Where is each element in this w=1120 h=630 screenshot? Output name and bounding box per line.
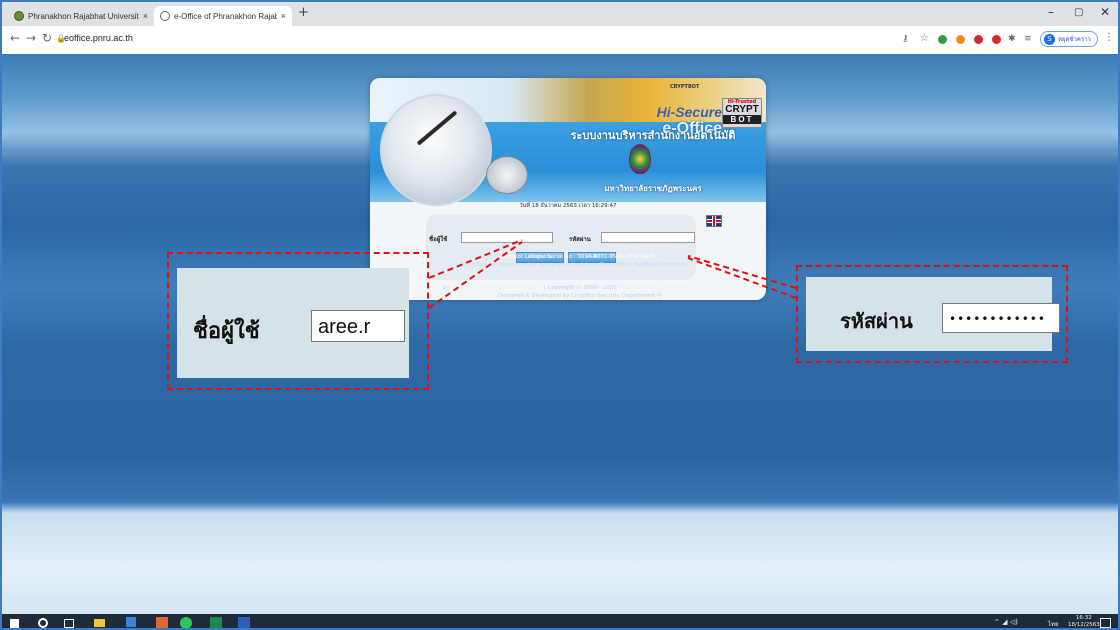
zoom-background: ชื่อผู้ใช้ aree.r: [177, 268, 409, 378]
extensions-puzzle-icon[interactable]: ✱: [1008, 34, 1016, 44]
password-zoom-callout: รหัสผ่าน ••••••••••••: [796, 265, 1068, 363]
menu-dots-icon[interactable]: ⋮: [1104, 32, 1114, 43]
task-view-icon[interactable]: [64, 619, 74, 628]
profile-avatar: S: [1044, 33, 1055, 45]
university-favicon-icon: [14, 11, 24, 21]
browser-toolbar: ← → ↻ 🔒 eoffice.pnru.ac.th ⚷ ☆ ✱ ≡ S หยุ…: [2, 26, 1118, 55]
input-language[interactable]: ไทย: [1048, 619, 1059, 628]
new-tab-button[interactable]: +: [298, 5, 309, 20]
windows-start-icon[interactable]: [10, 619, 19, 628]
file-explorer-icon[interactable]: [94, 619, 105, 627]
license-serial: CryptBot License Serial No : 3614-4001-9…: [498, 254, 656, 260]
university-seal-icon: [629, 144, 651, 174]
line-chat-icon[interactable]: [180, 617, 192, 628]
zoom-username-label: ชื่อผู้ใช้: [193, 319, 260, 344]
copyright-developer: Designed & Developed by CryptBot Securit…: [497, 293, 663, 299]
hi-secure-text: Hi-Secure: [656, 104, 722, 120]
copyright-company: Max Savings (Thailand) Co.,Ltd.: [618, 285, 718, 291]
license-granted: This license serial number was granted s…: [464, 262, 690, 268]
tab-label: e-Office of Phranakhon Rajabha: [174, 11, 277, 21]
address-bar-url[interactable]: eoffice.pnru.ac.th: [64, 33, 133, 43]
extension-orange-icon[interactable]: [956, 35, 965, 44]
zoom-background: รหัสผ่าน ••••••••••••: [806, 277, 1060, 351]
date-time-text: วันที่ 18 ธันวาคม 2563 เวลา 16:29:47: [519, 203, 617, 209]
maximize-button[interactable]: ▢: [1074, 7, 1083, 18]
university-name: มหาวิทยาลัยราชภัฏพระนคร: [604, 184, 702, 193]
pen-graph-illustration: [380, 94, 492, 206]
license-info: CryptBot License Serial No : 3614-4001-9…: [392, 253, 762, 269]
tab-eoffice[interactable]: e-Office of Phranakhon Rajabha ×: [154, 6, 292, 26]
username-input[interactable]: [461, 232, 553, 243]
reading-list-icon[interactable]: ≡: [1024, 34, 1032, 44]
tab-close-icon[interactable]: ×: [143, 11, 148, 21]
key-icon[interactable]: ⚷: [902, 34, 909, 44]
copyright-info: by CryptBot Hi-Secure e-Office™ | Copyri…: [390, 284, 770, 300]
back-arrow-icon[interactable]: ←: [10, 31, 20, 45]
windows-taskbar: ⌃ ◢ ◁) ไทย 16:32 18/12/2563: [2, 614, 1118, 628]
system-title: ระบบงานบริหารสำนักงานอัตโนมัติ: [570, 129, 736, 142]
cryptbot-small-logo: CRYPTBOT: [670, 84, 700, 90]
crypt-bot-badge: Hi-Trusted CRYPT BOT: [722, 98, 762, 128]
extension-green-icon[interactable]: [938, 35, 947, 44]
window-close-button[interactable]: ✕: [1100, 5, 1110, 19]
clock[interactable]: 16:32 18/12/2563: [1068, 615, 1100, 628]
tab-close-icon[interactable]: ×: [281, 11, 286, 21]
screenshot-stage: Phranakhon Rajabhat University × e-Offic…: [0, 0, 1120, 630]
zoom-username-input: aree.r: [311, 310, 405, 342]
profile-button[interactable]: S หยุดชั่วคราว: [1040, 31, 1098, 47]
copyright-product: CryptBot Hi-Secure e-Office™: [451, 285, 543, 291]
word-icon[interactable]: [238, 617, 250, 628]
star-bookmark-icon[interactable]: ☆: [920, 33, 929, 44]
clock-date: 18/12/2563: [1068, 622, 1100, 628]
chrome-icon[interactable]: [156, 617, 168, 628]
forward-arrow-icon[interactable]: →: [26, 31, 36, 45]
password-label: รหัสผ่าน: [569, 236, 591, 243]
adblock-icon[interactable]: [992, 35, 1001, 44]
english-flag-icon[interactable]: [706, 215, 722, 227]
username-zoom-callout: ชื่อผู้ใช้ aree.r: [167, 252, 429, 390]
crypt-text: CRYPT: [725, 104, 759, 115]
password-input[interactable]: [601, 232, 695, 243]
globe-favicon-icon: [160, 11, 170, 21]
tab-phranakhon-rajabhat[interactable]: Phranakhon Rajabhat University ×: [8, 6, 154, 26]
notification-icon[interactable]: [1100, 618, 1111, 628]
computer-monitor-illustration: [486, 156, 528, 194]
clock-time: 16:32: [1075, 615, 1092, 621]
reload-icon[interactable]: ↻: [42, 31, 52, 45]
extension-red-icon[interactable]: [974, 35, 983, 44]
browser-tab-bar: Phranakhon Rajabhat University × e-Offic…: [2, 2, 1118, 26]
tab-label: Phranakhon Rajabhat University: [28, 11, 139, 21]
header-banner: CRYPTBOT Hi-Secure e-Office Hi-Trusted C…: [370, 78, 766, 206]
zoom-password-label: รหัสผ่าน: [840, 309, 913, 333]
excel-icon[interactable]: [210, 617, 222, 628]
username-label: ชื่อผู้ใช้: [429, 236, 448, 243]
login-form: ชื่อผู้ใช้ รหัสผ่าน เข้าสู่ระบบ ยกเลิก: [426, 214, 696, 280]
copyright-prefix: by: [442, 285, 450, 291]
bot-text: BOT: [723, 115, 761, 124]
app-icon[interactable]: [126, 617, 136, 627]
copyright-years: Copyright © 2000 - 2020: [547, 285, 617, 291]
minimize-button[interactable]: –: [1048, 5, 1054, 19]
zoom-password-input: ••••••••••••: [942, 303, 1060, 333]
profile-status-label: หยุดชั่วคราว: [1058, 36, 1091, 43]
search-icon[interactable]: [38, 618, 48, 628]
system-tray-icons[interactable]: ⌃ ◢ ◁): [994, 618, 1034, 628]
